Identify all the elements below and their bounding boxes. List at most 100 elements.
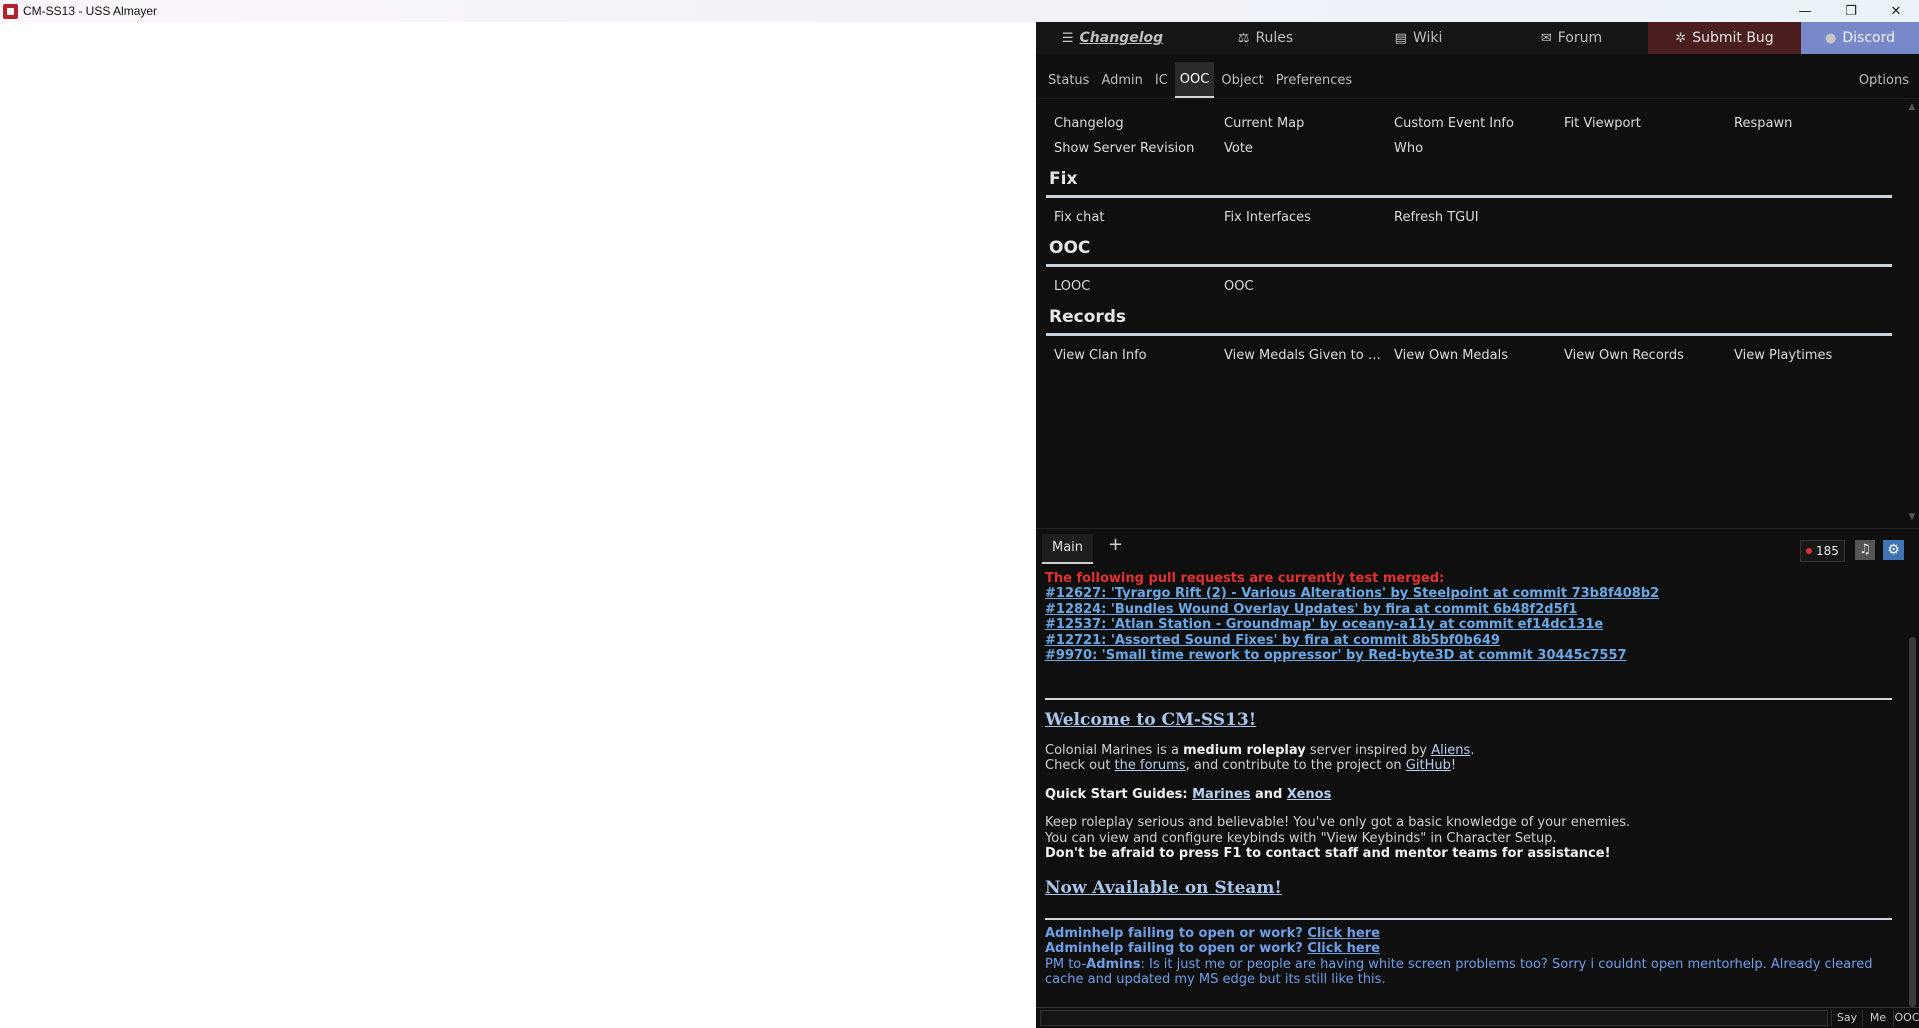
- chat-log[interactable]: The following pull requests are currentl…: [1036, 567, 1902, 1016]
- chat-divider: [1045, 697, 1892, 700]
- add-chat-tab-button[interactable]: +: [1108, 534, 1123, 555]
- xenos-guide-link[interactable]: Xenos: [1287, 787, 1331, 802]
- me-button[interactable]: Me: [1862, 1010, 1893, 1026]
- submit-bug-link-button[interactable]: ✲ Submit Bug: [1648, 22, 1801, 54]
- verb-respawn[interactable]: Respawn: [1734, 114, 1904, 133]
- test-merge-link[interactable]: #12721: 'Assorted Sound Fixes' by fira a…: [1045, 633, 1902, 649]
- verb-ooc[interactable]: OOC: [1224, 277, 1394, 296]
- intro-paragraph: Colonial Marines is a medium roleplay se…: [1045, 742, 1475, 774]
- rules-link-button[interactable]: ⚖ Rules: [1189, 22, 1342, 54]
- bug-icon: ✲: [1675, 30, 1687, 46]
- map-viewport[interactable]: [0, 22, 1036, 1027]
- verb-refresh-tgui[interactable]: Refresh TGUI: [1394, 208, 1564, 227]
- test-merge-link[interactable]: #9970: 'Small time rework to oppressor' …: [1045, 648, 1902, 664]
- ping-indicator: 185: [1800, 540, 1845, 562]
- maximize-button[interactable]: ❐: [1828, 0, 1874, 22]
- verb-view-playtimes[interactable]: View Playtimes: [1734, 346, 1904, 365]
- options-button[interactable]: Options: [1859, 73, 1909, 88]
- pm-message: PM to-Admins: Is it just me or people ar…: [1045, 956, 1873, 988]
- steam-title[interactable]: Now Available on Steam!: [1045, 878, 1902, 898]
- tips-paragraph: Keep roleplay serious and believable! Yo…: [1045, 815, 1631, 861]
- tab-ooc[interactable]: OOC: [1174, 62, 1215, 98]
- chat-divider: [1045, 917, 1892, 920]
- scroll-up-icon[interactable]: ▲: [1905, 102, 1919, 112]
- section-title-fix: Fix: [1049, 169, 1078, 189]
- verb-changelog[interactable]: Changelog: [1054, 114, 1224, 133]
- link-bar: ☰ Changelog ⚖ Rules ▤ Wiki ✉ Forum ✲ Sub…: [1036, 22, 1919, 54]
- verb-show-server-revision[interactable]: Show Server Revision: [1054, 139, 1224, 158]
- github-link[interactable]: GitHub: [1406, 758, 1451, 773]
- chat-tab-main[interactable]: Main: [1042, 534, 1094, 564]
- gear-icon[interactable]: ⚙: [1883, 540, 1904, 560]
- app-icon: [3, 3, 18, 19]
- verb-who[interactable]: Who: [1394, 139, 1564, 158]
- verb-grid-records: View Clan Info View Medals Given to O...…: [1054, 346, 1902, 365]
- adminhelp-line: Adminhelp failing to open or work? Click…: [1045, 941, 1380, 956]
- scroll-down-icon[interactable]: ▼: [1905, 512, 1919, 522]
- verb-view-medals-given[interactable]: View Medals Given to O...: [1224, 346, 1394, 365]
- ping-value: 185: [1816, 544, 1839, 558]
- close-button[interactable]: ✕: [1873, 0, 1919, 22]
- verb-view-clan-info[interactable]: View Clan Info: [1054, 346, 1224, 365]
- adminhelp-click-here-link[interactable]: Click here: [1307, 941, 1380, 956]
- ping-dot-icon: [1806, 548, 1812, 554]
- scroll-thumb[interactable]: [1909, 637, 1916, 1007]
- chat-bubbles-icon: ●: [1825, 30, 1837, 46]
- forums-link[interactable]: the forums: [1115, 758, 1186, 773]
- envelope-icon: ✉: [1540, 30, 1552, 46]
- verb-grid-general: Changelog Current Map Custom Event Info …: [1054, 114, 1902, 158]
- stat-tab-bar: Status Admin IC OOC Object Preferences O…: [1036, 62, 1919, 99]
- verb-looc[interactable]: LOOC: [1054, 277, 1224, 296]
- chat-tab-bar: Main + 185 ♫ ⚙: [1036, 528, 1919, 567]
- tab-status[interactable]: Status: [1043, 63, 1094, 97]
- window-titlebar: CM-SS13 - USS Almayer — ❐ ✕: [0, 0, 1919, 22]
- welcome-title: Welcome to CM-SS13!: [1045, 709, 1257, 730]
- verb-vote[interactable]: Vote: [1224, 139, 1394, 158]
- verb-view-own-medals[interactable]: View Own Medals: [1394, 346, 1564, 365]
- verb-fix-chat[interactable]: Fix chat: [1054, 208, 1224, 227]
- quick-start-line: Quick Start Guides: Marines and Xenos: [1045, 786, 1332, 802]
- scale-icon: ⚖: [1237, 30, 1250, 46]
- verb-scrollbar[interactable]: ▲ ▼: [1905, 102, 1919, 522]
- adminhelp-line: Adminhelp failing to open or work? Click…: [1045, 925, 1380, 941]
- test-merge-header: The following pull requests are currentl…: [1045, 571, 1445, 586]
- say-button[interactable]: Say: [1831, 1010, 1862, 1026]
- chat-input[interactable]: [1040, 1010, 1828, 1026]
- window-title: CM-SS13 - USS Almayer: [23, 4, 158, 18]
- ooc-button[interactable]: OOC: [1893, 1010, 1919, 1026]
- section-title-ooc: OOC: [1049, 238, 1091, 258]
- aliens-link[interactable]: Aliens: [1431, 743, 1470, 758]
- verb-fix-interfaces[interactable]: Fix Interfaces: [1224, 208, 1394, 227]
- verb-current-map[interactable]: Current Map: [1224, 114, 1394, 133]
- input-bar: Say Me OOC: [1036, 1007, 1919, 1028]
- test-merge-link[interactable]: #12627: 'Tyrargo Rift (2) - Various Alte…: [1045, 586, 1902, 602]
- verb-grid-fix: Fix chat Fix Interfaces Refresh TGUI: [1054, 208, 1902, 227]
- tab-preferences[interactable]: Preferences: [1271, 63, 1357, 97]
- section-title-records: Records: [1049, 307, 1127, 327]
- list-icon: ☰: [1061, 30, 1074, 46]
- changelog-link-button[interactable]: ☰ Changelog: [1036, 22, 1189, 54]
- verb-custom-event-info[interactable]: Custom Event Info: [1394, 114, 1564, 133]
- test-merge-link[interactable]: #12537: 'Atlan Station - Groundmap' by o…: [1045, 617, 1902, 633]
- section-divider: [1046, 333, 1892, 336]
- chat-scrollbar[interactable]: [1905, 567, 1919, 1016]
- wiki-link-button[interactable]: ▤ Wiki: [1342, 22, 1495, 54]
- verb-fit-viewport[interactable]: Fit Viewport: [1564, 114, 1734, 133]
- section-divider: [1046, 195, 1892, 198]
- tab-admin[interactable]: Admin: [1096, 63, 1147, 97]
- music-note-icon[interactable]: ♫: [1855, 540, 1875, 560]
- adminhelp-click-here-link[interactable]: Click here: [1307, 926, 1380, 941]
- discord-link-button[interactable]: ● Discord: [1801, 22, 1919, 54]
- side-panel: ☰ Changelog ⚖ Rules ▤ Wiki ✉ Forum ✲ Sub…: [1036, 22, 1919, 1028]
- test-merge-link[interactable]: #12824: 'Bundles Wound Overlay Updates' …: [1045, 602, 1902, 618]
- book-icon: ▤: [1394, 30, 1407, 46]
- verb-grid-ooc: LOOC OOC: [1054, 277, 1902, 296]
- minimize-button[interactable]: —: [1782, 0, 1828, 22]
- marines-guide-link[interactable]: Marines: [1192, 787, 1250, 802]
- verb-panel: Changelog Current Map Custom Event Info …: [1036, 100, 1902, 520]
- verb-view-own-records[interactable]: View Own Records: [1564, 346, 1734, 365]
- section-divider: [1046, 264, 1892, 267]
- tab-object[interactable]: Object: [1216, 63, 1268, 97]
- forum-link-button[interactable]: ✉ Forum: [1495, 22, 1648, 54]
- tab-ic[interactable]: IC: [1150, 63, 1173, 97]
